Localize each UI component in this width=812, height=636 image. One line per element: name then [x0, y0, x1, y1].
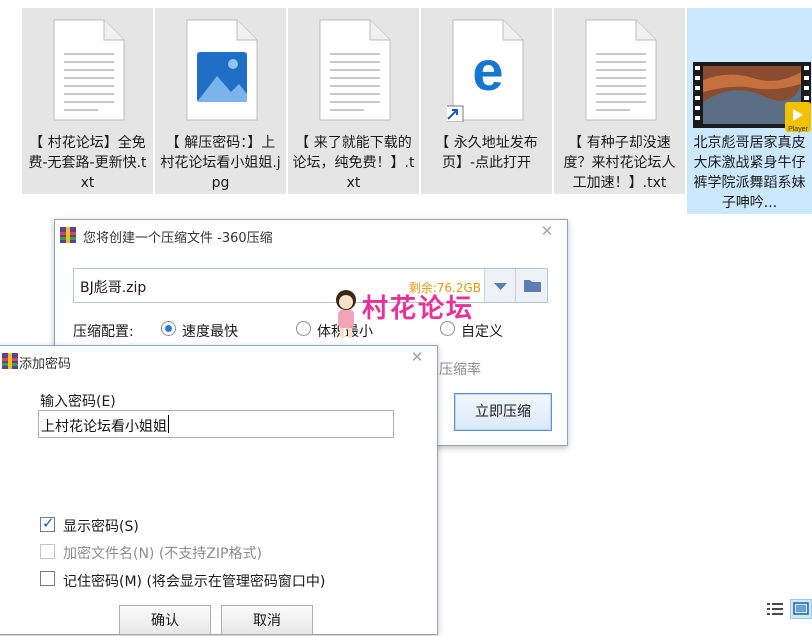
folder-icon	[524, 280, 541, 292]
option-custom-label: 自定义	[461, 324, 503, 340]
password-input-label: 输入密码(E)	[40, 394, 116, 410]
player-badge: Player	[788, 126, 809, 133]
config-label: 压缩配置:	[73, 324, 134, 340]
show-password-label: 显示密码(S)	[63, 519, 139, 535]
image-file-icon	[181, 18, 261, 126]
file-name: 北京彪哥居家真皮大床激战紧身牛仔裤学院派舞蹈系妹子呻吟...	[693, 135, 806, 211]
video-file-icon: Player	[693, 62, 811, 140]
text-caret	[168, 415, 169, 433]
cancel-button[interactable]: 取消	[221, 605, 313, 635]
large-icons-view-icon	[793, 602, 809, 615]
file-name: 【 解压密码：】上村花论坛看小姐姐.jpg	[160, 135, 281, 191]
compress-now-button[interactable]: 立即压缩	[454, 393, 552, 431]
add-password-dialog: 添加密码 ✕	[0, 345, 438, 635]
encrypt-filenames-checkbox[interactable]	[40, 544, 55, 559]
browse-folder-button[interactable]	[515, 269, 547, 302]
password-value: 上村花论坛看小姐姐	[41, 419, 167, 435]
edge-shortcut-icon: e	[442, 18, 527, 126]
file-item[interactable]: 【 解压密码：】上村花论坛看小姐姐.jpg	[155, 8, 286, 194]
file-explorer: 【 村花论坛】全免费-无套路-更新快.txt 【 解压密码：】上村花论坛看小姐姐…	[0, 0, 812, 635]
radio-custom[interactable]	[440, 321, 455, 336]
ratio-label: 压缩率	[439, 362, 481, 378]
password-input[interactable]: 上村花论坛看小姐姐	[38, 410, 394, 438]
radio-fastest[interactable]	[161, 321, 176, 336]
encrypt-filenames-label: 加密文件名(N) (不支持ZIP格式)	[63, 546, 262, 562]
details-view-icon	[767, 603, 783, 615]
file-item[interactable]: 【 来了就能下载的论坛，纯免费！】.txt	[288, 8, 419, 194]
chevron-down-icon	[494, 283, 507, 290]
archive-filename: BJ彪哥.zip	[80, 280, 147, 296]
large-icons-view-button[interactable]	[790, 599, 812, 619]
remember-password-checkbox[interactable]	[40, 571, 55, 586]
dropdown-button[interactable]	[484, 269, 515, 302]
close-icon[interactable]: ✕	[409, 349, 425, 365]
text-file-icon	[48, 18, 128, 126]
free-space-label: 剩余:76.2GB	[408, 281, 481, 295]
text-file-icon	[580, 18, 660, 126]
option-smallest-label: 体积最小	[317, 324, 373, 340]
close-icon[interactable]: ✕	[539, 223, 555, 239]
file-name: 【 有种子却没速度？来村花论坛人工加速！】.txt	[563, 135, 676, 191]
file-name: 【 永久地址发布页】-点此打开	[435, 135, 538, 171]
archive-path-field[interactable]: BJ彪哥.zip 剩余:76.2GB	[73, 268, 548, 303]
remember-password-label: 记住密码(M) (将会显示在管理密码窗口中)	[63, 574, 326, 590]
dialog-titlebar: 添加密码 ✕	[0, 346, 437, 376]
ok-button[interactable]: 确认	[119, 605, 211, 635]
winrar-logo-icon	[2, 353, 18, 369]
dialog-titlebar: 您将创建一个压缩文件 -360压缩 ✕	[55, 220, 567, 250]
winrar-logo-icon	[60, 227, 76, 243]
text-file-icon	[314, 18, 394, 126]
radio-smallest[interactable]	[296, 321, 311, 336]
details-view-button[interactable]	[764, 599, 786, 619]
file-item[interactable]: e 【 永久地址发布页】-点此打开	[421, 8, 552, 194]
file-name: 【 村花论坛】全免费-无套路-更新快.txt	[28, 135, 147, 191]
dialog-title: 您将创建一个压缩文件 -360压缩	[83, 231, 273, 246]
dialog-title: 添加密码	[19, 357, 72, 372]
svg-text:e: e	[472, 39, 503, 102]
option-fastest-label: 速度最快	[182, 324, 238, 340]
file-item-selected[interactable]: Player 北京彪哥居家真皮大床激战紧身牛仔裤学院派舞蹈系妹子呻吟...	[687, 8, 812, 214]
show-password-checkbox[interactable]	[40, 514, 55, 532]
file-name: 【 来了就能下载的论坛，纯免费！】.txt	[292, 135, 415, 191]
file-item[interactable]: 【 村花论坛】全免费-无套路-更新快.txt	[22, 8, 153, 194]
file-item[interactable]: 【 有种子却没速度？来村花论坛人工加速！】.txt	[554, 8, 685, 194]
